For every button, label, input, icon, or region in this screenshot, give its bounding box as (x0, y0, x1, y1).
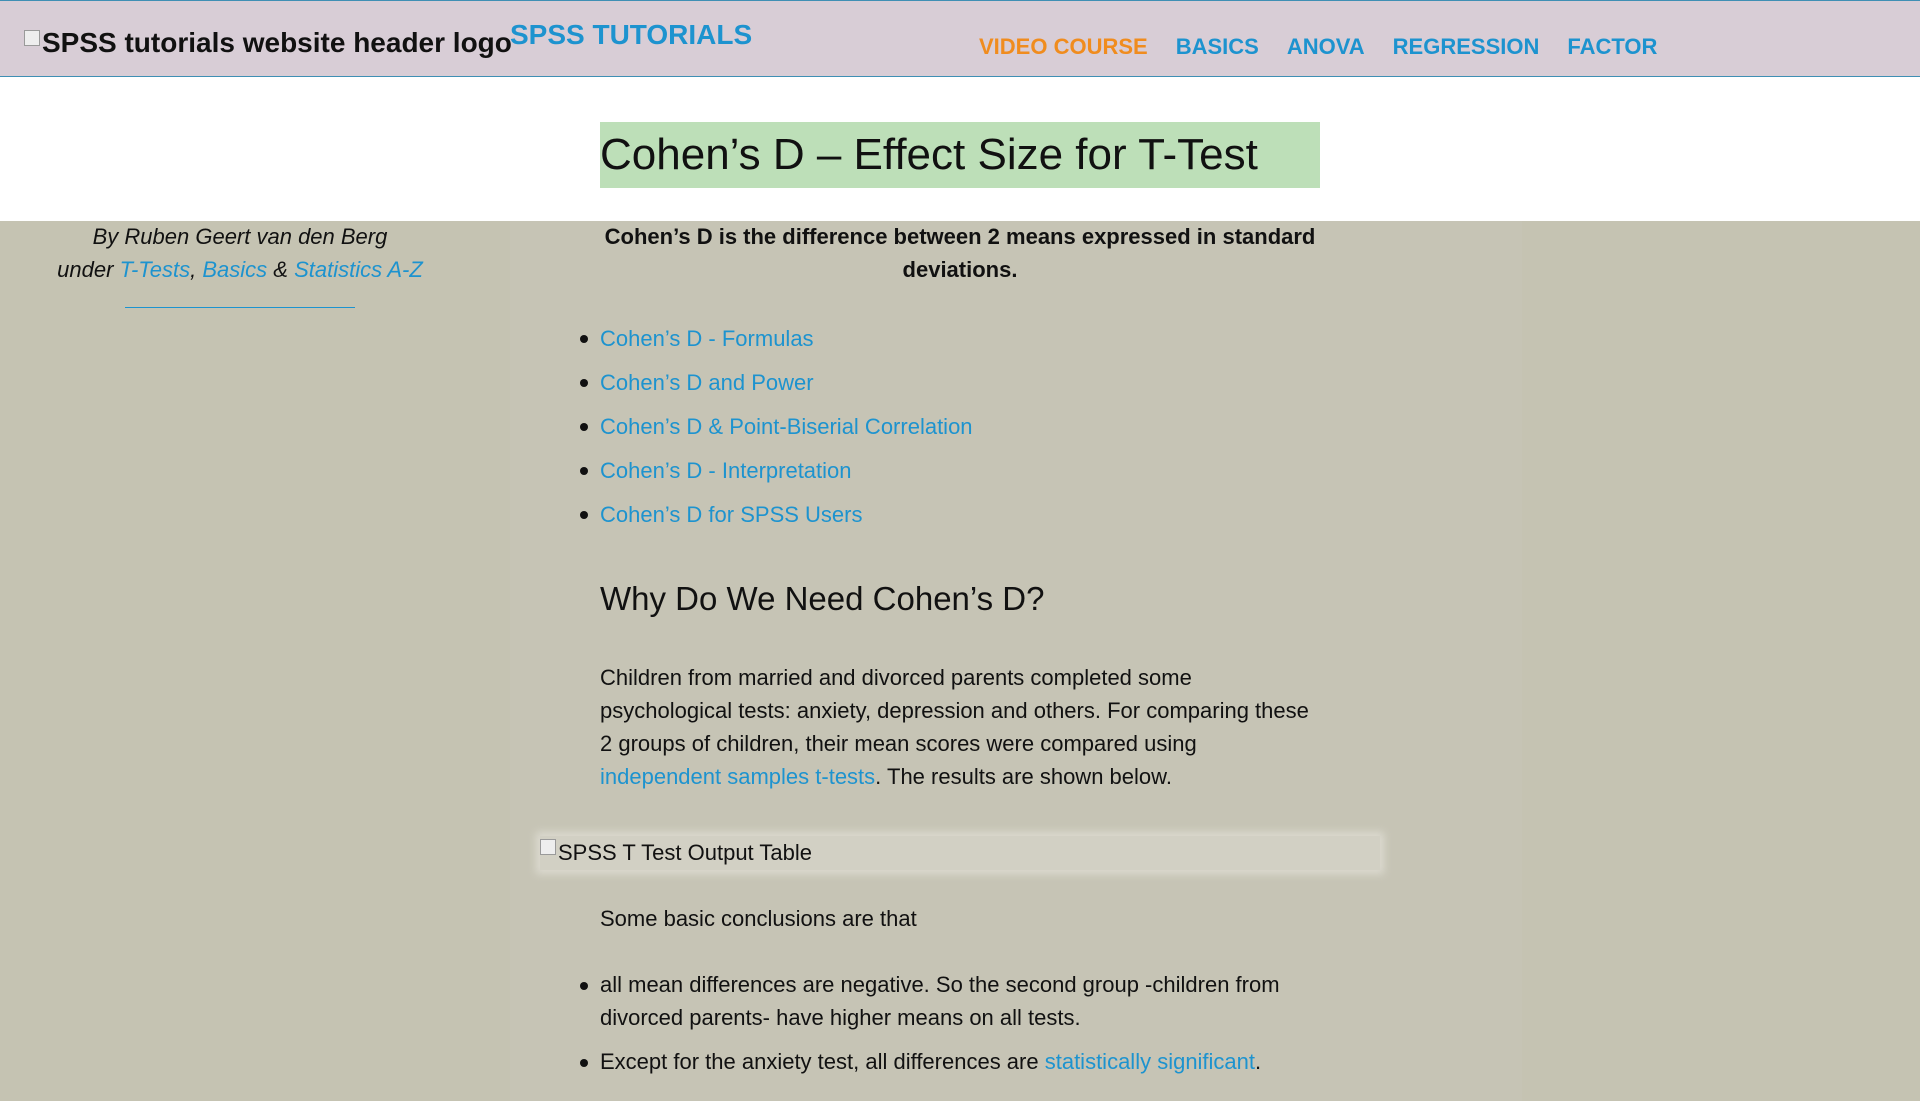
page-title: Cohen’s D – Effect Size for T-Test (600, 122, 1320, 188)
t-test-output-image: SPSS T Test Output Table (540, 836, 1380, 870)
toc-link-spss-users[interactable]: Cohen’s D for SPSS Users (600, 502, 862, 527)
category-link-statistics-a-z[interactable]: Statistics A-Z (294, 257, 423, 282)
toc-item: Cohen’s D - Formulas (580, 317, 973, 361)
independent-t-test-link[interactable]: independent samples t-tests (600, 764, 875, 789)
byline-divider (125, 307, 355, 308)
list-item-text: Except for the anxiety test, all differe… (600, 1049, 1045, 1074)
image-alt-text: SPSS T Test Output Table (558, 840, 812, 865)
site-title-link[interactable]: SPSS TUTORIALS (510, 19, 752, 51)
broken-image-icon (540, 839, 556, 855)
nav-basics[interactable]: BASICS (1176, 34, 1259, 60)
broken-image-icon (24, 30, 40, 46)
byline-separator: , (190, 257, 197, 282)
byline: By Ruben Geert van den Berg under T-Test… (0, 220, 480, 286)
toc-item: Cohen’s D for SPSS Users (580, 493, 973, 537)
toc-link-interpretation[interactable]: Cohen’s D - Interpretation (600, 458, 852, 483)
nav-factor[interactable]: FACTOR (1567, 34, 1657, 60)
statistically-significant-link[interactable]: statistically significant (1045, 1049, 1255, 1074)
nav-regression[interactable]: REGRESSION (1393, 34, 1540, 60)
toc-link-power[interactable]: Cohen’s D and Power (600, 370, 814, 395)
conclusions-list: all mean differences are negative. So th… (580, 968, 1320, 1089)
logo-alt-text: SPSS tutorials website header logo (42, 27, 512, 58)
byline-categories: under T-Tests, Basics & Statistics A-Z (0, 253, 480, 286)
body-paragraph: Children from married and divorced paren… (600, 661, 1320, 793)
site-logo[interactable]: SPSS tutorials website header logo (24, 27, 512, 59)
byline-ampersand: & (273, 257, 288, 282)
toc-link-point-biserial[interactable]: Cohen’s D & Point-Biserial Correlation (600, 414, 973, 439)
list-item: Except for the anxiety test, all differe… (580, 1045, 1320, 1078)
byline-author: By Ruben Geert van den Berg (92, 224, 388, 249)
toc-link-formulas[interactable]: Cohen’s D - Formulas (600, 326, 814, 351)
byline-under: under (57, 257, 114, 282)
conclusions-intro: Some basic conclusions are that (600, 906, 917, 931)
site-header: SPSS tutorials website header logo SPSS … (0, 0, 1920, 77)
table-of-contents: Cohen’s D - Formulas Cohen’s D and Power… (580, 317, 973, 537)
section-heading: Why Do We Need Cohen’s D? (600, 580, 1045, 617)
toc-item: Cohen’s D and Power (580, 361, 973, 405)
intro-summary: Cohen’s D is the difference between 2 me… (604, 224, 1316, 282)
category-link-t-tests[interactable]: T-Tests (120, 257, 191, 282)
nav-video-course[interactable]: VIDEO COURSE (979, 34, 1148, 60)
category-link-basics[interactable]: Basics (202, 257, 267, 282)
paragraph-text-end: . The results are shown below. (875, 764, 1172, 789)
nav-anova[interactable]: ANOVA (1287, 34, 1365, 60)
list-item-text-end: . (1255, 1049, 1262, 1074)
toc-item: Cohen’s D - Interpretation (580, 449, 973, 493)
toc-item: Cohen’s D & Point-Biserial Correlation (580, 405, 973, 449)
main-nav: VIDEO COURSE BASICS ANOVA REGRESSION FAC… (979, 34, 1685, 60)
list-item: all mean differences are negative. So th… (580, 968, 1320, 1034)
paragraph-text: Children from married and divorced paren… (600, 665, 1309, 756)
